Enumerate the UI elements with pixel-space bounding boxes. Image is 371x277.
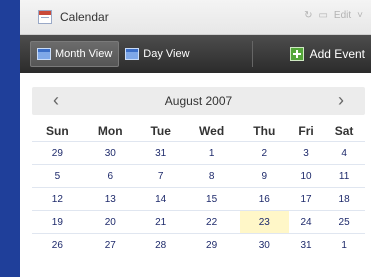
edit-control[interactable]: Edit xyxy=(334,10,351,21)
month-grid: Sun Mon Tue Wed Thu Fri Sat 29 30 31 1 2… xyxy=(32,121,365,256)
add-event-label: Add Event xyxy=(309,47,365,61)
month-label: August 2007 xyxy=(164,94,233,108)
day-cell[interactable]: 17 xyxy=(288,187,324,211)
title-bar: Calendar ↻ ▭ Edit ˅ xyxy=(20,0,371,35)
refresh-icon[interactable]: ↻ xyxy=(304,10,312,21)
day-cell[interactable]: 31 xyxy=(288,233,324,256)
day-cell[interactable]: 27 xyxy=(82,233,138,256)
calendar-widget: Calendar ↻ ▭ Edit ˅ Month View Day View … xyxy=(20,0,371,277)
calendar-body: ‹ August 2007 › Sun Mon Tue Wed Thu Fri … xyxy=(20,73,371,256)
day-cell[interactable]: 31 xyxy=(137,141,184,165)
calendar-icon xyxy=(38,10,52,24)
weekday-fri: Fri xyxy=(298,124,314,138)
toolbar: Month View Day View Add Event xyxy=(20,35,371,73)
day-cell[interactable]: 13 xyxy=(82,187,138,211)
day-cell[interactable]: 1 xyxy=(183,141,240,165)
day-cell[interactable]: 29 xyxy=(183,233,240,256)
week-row: 19 20 21 22 23 24 25 xyxy=(32,210,365,234)
month-view-icon xyxy=(37,48,51,60)
day-view-icon xyxy=(125,48,140,60)
add-event-button[interactable]: Add Event xyxy=(289,41,365,67)
weekday-wed: Wed xyxy=(199,124,225,138)
day-cell[interactable]: 25 xyxy=(323,210,365,234)
day-view-button[interactable]: Day View xyxy=(119,41,195,67)
prev-month-button[interactable]: ‹ xyxy=(46,90,66,111)
weekday-sun: Sun xyxy=(46,124,69,138)
day-cell[interactable]: 26 xyxy=(32,233,83,256)
day-cell[interactable]: 30 xyxy=(82,141,138,165)
window-title: Calendar xyxy=(60,10,109,24)
day-cell[interactable]: 12 xyxy=(32,187,83,211)
day-cell[interactable]: 19 xyxy=(32,210,83,234)
day-cell[interactable]: 29 xyxy=(32,141,83,165)
day-cell[interactable]: 15 xyxy=(183,187,240,211)
weekday-mon: Mon xyxy=(97,124,123,138)
day-cell[interactable]: 6 xyxy=(82,164,138,188)
day-cell[interactable]: 10 xyxy=(288,164,324,188)
day-cell[interactable]: 2 xyxy=(239,141,289,165)
weekday-sat: Sat xyxy=(334,124,354,138)
toolbar-divider xyxy=(252,41,253,67)
day-cell[interactable]: 14 xyxy=(137,187,184,211)
add-event-icon xyxy=(289,47,304,61)
weekday-tue: Tue xyxy=(150,124,171,138)
restore-icon[interactable]: ▭ xyxy=(318,10,327,21)
week-row: 12 13 14 15 16 17 18 xyxy=(32,187,365,211)
day-cell[interactable]: 1 xyxy=(323,233,365,256)
day-cell[interactable]: 22 xyxy=(183,210,240,234)
week-row: 29 30 31 1 2 3 4 xyxy=(32,141,365,165)
window-controls: ↻ ▭ Edit ˅ xyxy=(304,10,363,21)
month-header: ‹ August 2007 › xyxy=(32,87,365,115)
day-cell[interactable]: 9 xyxy=(239,164,289,188)
next-month-button[interactable]: › xyxy=(331,90,351,111)
month-view-label: Month View xyxy=(55,48,113,60)
day-cell-highlighted[interactable]: 23 xyxy=(239,210,289,234)
collapse-icon[interactable]: ˅ xyxy=(357,10,363,21)
weekday-thu: Thu xyxy=(253,124,276,138)
day-cell[interactable]: 18 xyxy=(323,187,365,211)
day-cell[interactable]: 4 xyxy=(323,141,365,165)
week-row: 26 27 28 29 30 31 1 xyxy=(32,233,365,256)
weekday-header-row: Sun Mon Tue Wed Thu Fri Sat xyxy=(32,121,365,142)
week-row: 5 6 7 8 9 10 11 xyxy=(32,164,365,188)
day-cell[interactable]: 20 xyxy=(82,210,138,234)
day-cell[interactable]: 8 xyxy=(183,164,240,188)
day-cell[interactable]: 28 xyxy=(137,233,184,256)
day-cell[interactable]: 7 xyxy=(137,164,184,188)
day-cell[interactable]: 16 xyxy=(239,187,289,211)
month-view-button[interactable]: Month View xyxy=(30,41,120,67)
day-cell[interactable]: 3 xyxy=(288,141,324,165)
day-cell[interactable]: 24 xyxy=(288,210,324,234)
day-view-label: Day View xyxy=(143,48,190,60)
day-cell[interactable]: 30 xyxy=(239,233,289,256)
day-cell[interactable]: 11 xyxy=(323,164,365,188)
day-cell[interactable]: 5 xyxy=(32,164,83,188)
day-cell[interactable]: 21 xyxy=(137,210,184,234)
